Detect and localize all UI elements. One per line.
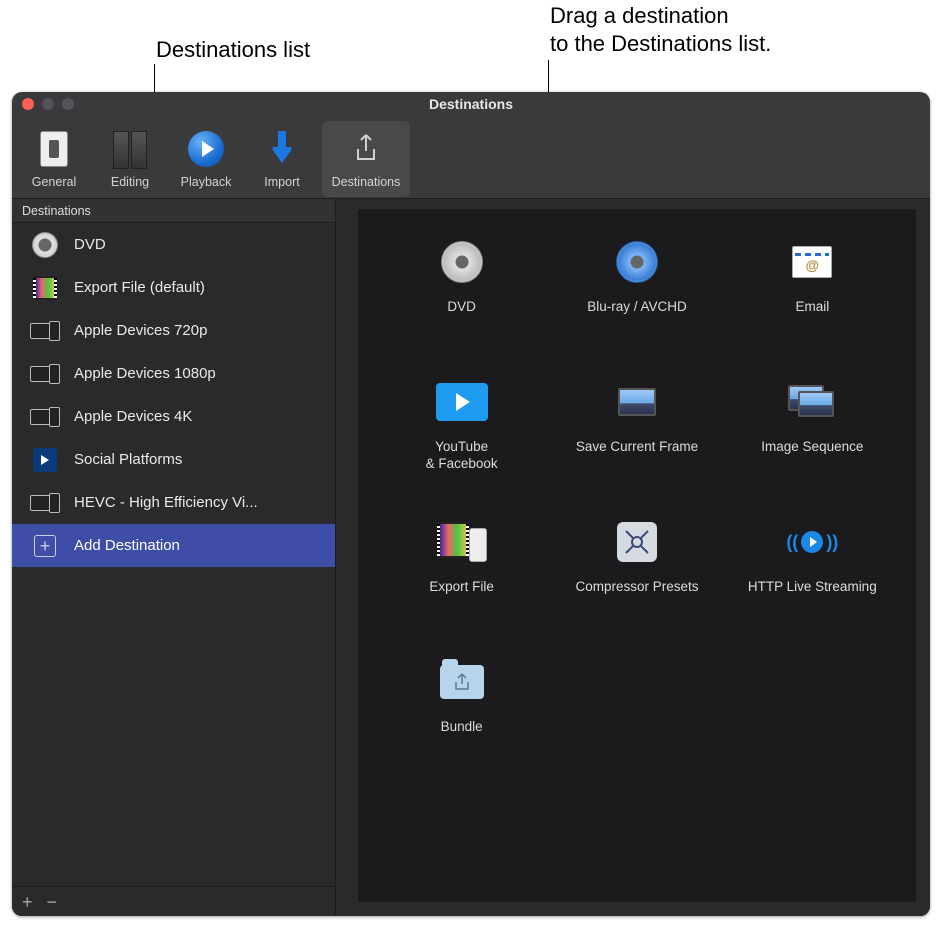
tile-label: Save Current Frame xyxy=(576,439,698,456)
destinations-gallery-panel: DVD Blu-ray / AVCHD Email YouTube & Face… xyxy=(336,199,930,916)
import-icon xyxy=(260,129,304,169)
gallery-tile-http-live-streaming[interactable]: (()) HTTP Live Streaming xyxy=(729,513,896,653)
dest-item-label: Social Platforms xyxy=(74,451,182,468)
dest-item-label: Apple Devices 4K xyxy=(74,408,192,425)
export-file-icon xyxy=(430,513,494,571)
compressor-icon xyxy=(605,513,669,571)
gallery-tile-save-frame[interactable]: Save Current Frame xyxy=(553,373,720,513)
filmstrip-icon xyxy=(30,274,60,302)
tab-destinations-label: Destinations xyxy=(332,175,401,189)
dest-item-label: Apple Devices 1080p xyxy=(74,365,216,382)
photo-icon xyxy=(605,373,669,431)
folder-icon xyxy=(430,653,494,711)
dest-item-label: Apple Devices 720p xyxy=(74,322,207,339)
dest-item-export-file[interactable]: Export File (default) xyxy=(12,266,335,309)
gallery-tile-email[interactable]: Email xyxy=(729,233,896,373)
add-destination-button[interactable]: + xyxy=(22,893,33,911)
devices-icon xyxy=(30,317,60,345)
general-icon xyxy=(32,129,76,169)
playback-icon xyxy=(184,129,228,169)
sidebar-footer: + − xyxy=(12,886,335,916)
disc-icon xyxy=(430,233,494,291)
minimize-button[interactable] xyxy=(42,98,54,110)
dest-item-apple-1080p[interactable]: Apple Devices 1080p xyxy=(12,352,335,395)
gallery-tile-youtube-facebook[interactable]: YouTube & Facebook xyxy=(378,373,545,513)
dest-item-label: Add Destination xyxy=(74,537,180,554)
play-icon xyxy=(30,446,60,474)
devices-icon xyxy=(30,360,60,388)
tab-editing-label: Editing xyxy=(111,175,149,189)
window-title: Destinations xyxy=(12,96,930,112)
titlebar: Destinations xyxy=(12,92,930,116)
disc-blue-icon xyxy=(605,233,669,291)
gallery-tile-bluray[interactable]: Blu-ray / AVCHD xyxy=(553,233,720,373)
tab-editing[interactable]: Editing xyxy=(94,121,166,197)
devices-icon xyxy=(30,489,60,517)
tile-label: HTTP Live Streaming xyxy=(748,579,877,596)
content-area: Destinations DVD Export File (default) A… xyxy=(12,198,930,916)
gallery-tile-bundle[interactable]: Bundle xyxy=(378,653,545,793)
http-live-streaming-icon: (()) xyxy=(780,513,844,571)
tile-label: Email xyxy=(795,299,829,316)
tile-label: Export File xyxy=(429,579,494,596)
dest-item-add-destination[interactable]: + Add Destination xyxy=(12,524,335,567)
dest-item-dvd[interactable]: DVD xyxy=(12,223,335,266)
dest-item-apple-720p[interactable]: Apple Devices 720p xyxy=(12,309,335,352)
gallery-tile-image-sequence[interactable]: Image Sequence xyxy=(729,373,896,513)
dest-item-label: HEVC - High Efficiency Vi... xyxy=(74,494,258,511)
dest-item-apple-4k[interactable]: Apple Devices 4K xyxy=(12,395,335,438)
tile-label: Blu-ray / AVCHD xyxy=(587,299,687,316)
gallery-tile-export-file[interactable]: Export File xyxy=(378,513,545,653)
destinations-icon xyxy=(344,129,388,169)
tab-general[interactable]: General xyxy=(18,121,90,197)
youtube-icon xyxy=(430,373,494,431)
preferences-window: Destinations General Editing Playback Im… xyxy=(12,92,930,916)
zoom-button[interactable] xyxy=(62,98,74,110)
destinations-list: DVD Export File (default) Apple Devices … xyxy=(12,223,335,886)
devices-icon xyxy=(30,403,60,431)
email-icon xyxy=(780,233,844,291)
tile-label: DVD xyxy=(447,299,476,316)
tab-import[interactable]: Import xyxy=(246,121,318,197)
gallery-tile-compressor-presets[interactable]: Compressor Presets xyxy=(553,513,720,653)
close-button[interactable] xyxy=(22,98,34,110)
tab-playback-label: Playback xyxy=(181,175,232,189)
tab-playback[interactable]: Playback xyxy=(170,121,242,197)
gallery-tile-dvd[interactable]: DVD xyxy=(378,233,545,373)
dest-item-social-platforms[interactable]: Social Platforms xyxy=(12,438,335,481)
tile-label: Compressor Presets xyxy=(575,579,698,596)
preferences-toolbar: General Editing Playback Import xyxy=(12,116,930,198)
tile-label: Bundle xyxy=(441,719,483,736)
callout-destinations-list: Destinations list xyxy=(156,36,310,65)
dest-item-hevc[interactable]: HEVC - High Efficiency Vi... xyxy=(12,481,335,524)
image-sequence-icon xyxy=(780,373,844,431)
tab-destinations[interactable]: Destinations xyxy=(322,121,410,197)
window-controls xyxy=(22,98,74,110)
annotation-callouts: Destinations list Drag a destination to … xyxy=(0,0,944,92)
dest-item-label: Export File (default) xyxy=(74,279,205,296)
sidebar-header: Destinations xyxy=(12,199,335,223)
tile-label: YouTube & Facebook xyxy=(426,439,498,473)
tab-import-label: Import xyxy=(264,175,299,189)
tab-general-label: General xyxy=(32,175,76,189)
remove-destination-button[interactable]: − xyxy=(47,893,58,911)
destinations-sidebar: Destinations DVD Export File (default) A… xyxy=(12,199,336,916)
disc-icon xyxy=(30,231,60,259)
tile-label: Image Sequence xyxy=(761,439,863,456)
callout-drag-hint: Drag a destination to the Destinations l… xyxy=(550,2,771,58)
editing-icon xyxy=(108,129,152,169)
add-icon: + xyxy=(30,532,60,560)
destinations-gallery: DVD Blu-ray / AVCHD Email YouTube & Face… xyxy=(358,209,916,902)
dest-item-label: DVD xyxy=(74,236,106,253)
